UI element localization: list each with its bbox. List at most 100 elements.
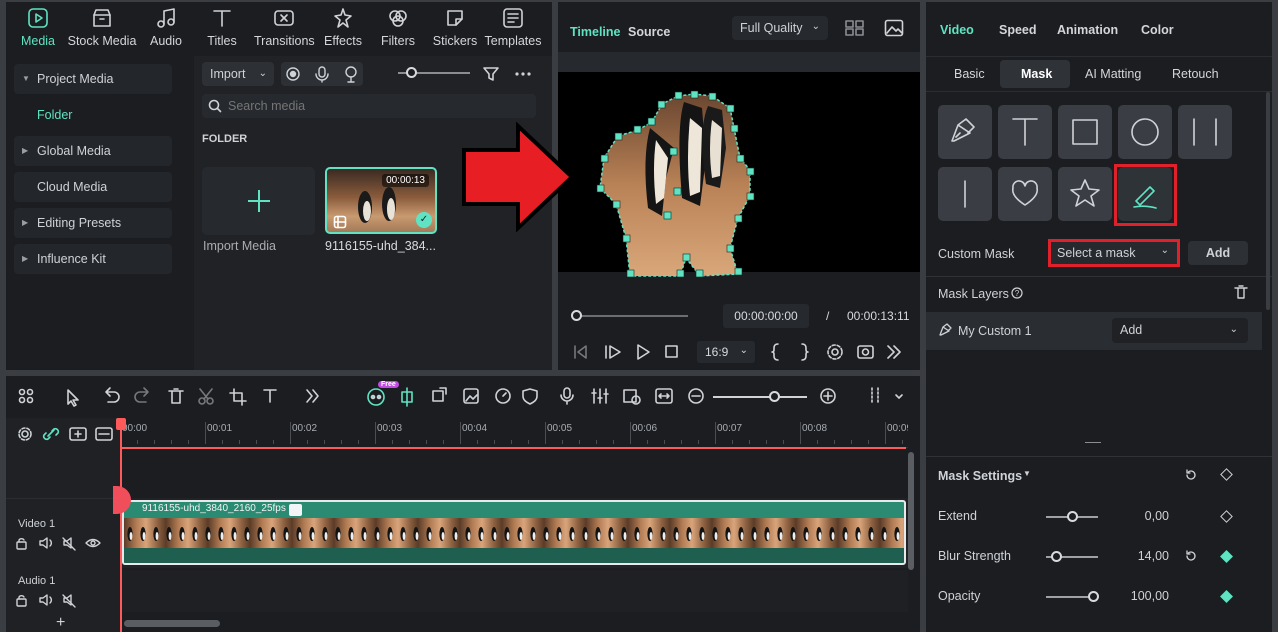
sidebar-item-influence-kit[interactable]: ▶ Influence Kit bbox=[14, 244, 172, 274]
mask-shape-rectangle[interactable] bbox=[1058, 105, 1112, 159]
sidebar-item-editing-presets[interactable]: ▶ Editing Presets bbox=[14, 208, 172, 238]
mask-shape-pen[interactable] bbox=[938, 105, 992, 159]
time-ruler[interactable]: 00:00 00:01 00:02 00:03 00:04 00:05 00:06 00:07… bbox=[120, 418, 908, 448]
add-track-plus[interactable]: + bbox=[56, 614, 65, 632]
play-icon[interactable] bbox=[637, 344, 650, 360]
filter-icon[interactable] bbox=[482, 65, 500, 83]
playhead-knob[interactable] bbox=[571, 310, 582, 321]
stop-icon[interactable] bbox=[665, 345, 678, 358]
redo-icon[interactable] bbox=[134, 387, 149, 403]
mask-blend-select[interactable]: Add ⌄ bbox=[1112, 318, 1248, 343]
multicam-icon[interactable] bbox=[623, 389, 641, 405]
snapshot-camera-icon[interactable] bbox=[857, 345, 874, 359]
tab-speed[interactable]: Speed bbox=[999, 23, 1037, 37]
timeline-zoom-knob[interactable] bbox=[769, 391, 780, 402]
timeline-zoom-track[interactable] bbox=[713, 396, 807, 398]
tab-video[interactable]: Video bbox=[940, 23, 974, 37]
image-edit-icon[interactable] bbox=[463, 388, 479, 404]
mark-in-icon[interactable] bbox=[771, 343, 779, 361]
previous-frame-icon[interactable] bbox=[574, 345, 587, 359]
right-panel-scrollbar[interactable] bbox=[1266, 92, 1270, 310]
speed-icon[interactable] bbox=[495, 388, 511, 404]
reset-icon[interactable] bbox=[1184, 468, 1198, 482]
crop-icon[interactable] bbox=[229, 388, 247, 406]
lock-icon[interactable] bbox=[16, 538, 27, 550]
playhead-line[interactable] bbox=[120, 418, 122, 632]
thumbnail-size-knob[interactable] bbox=[406, 67, 417, 78]
trash-icon[interactable] bbox=[1233, 284, 1249, 300]
reset-icon[interactable] bbox=[1184, 549, 1198, 563]
mute-clip-icon[interactable] bbox=[62, 594, 76, 608]
mark-out-icon[interactable] bbox=[801, 343, 809, 361]
tab-media[interactable]: Media bbox=[14, 6, 62, 50]
extend-knob[interactable] bbox=[1067, 511, 1078, 522]
playhead-handle[interactable] bbox=[116, 418, 126, 430]
more-options-icon[interactable] bbox=[513, 65, 533, 83]
tab-templates[interactable]: Templates bbox=[482, 6, 544, 50]
track-manager-icon[interactable] bbox=[95, 427, 113, 441]
masked-video-frame[interactable] bbox=[590, 88, 760, 278]
lock-icon[interactable] bbox=[16, 595, 27, 607]
mask-shape-double-line[interactable] bbox=[1178, 105, 1232, 159]
sidebar-item-cloud-media[interactable]: Cloud Media bbox=[14, 172, 172, 202]
subtab-ai-matting[interactable]: AI Matting bbox=[1085, 67, 1141, 81]
replace-clip-icon[interactable] bbox=[432, 387, 447, 402]
add-track-icon[interactable] bbox=[69, 427, 87, 441]
audio-mixer-icon[interactable] bbox=[591, 388, 609, 404]
mask-shape-text-t[interactable] bbox=[998, 105, 1052, 159]
speaker-icon[interactable] bbox=[39, 594, 52, 606]
import-button[interactable]: Import ⌄ bbox=[202, 62, 274, 86]
shield-mask-icon[interactable] bbox=[522, 388, 538, 405]
caret-down-icon[interactable]: ▼ bbox=[1023, 469, 1031, 478]
tab-titles[interactable]: Titles bbox=[196, 6, 248, 50]
expand-more-icon[interactable] bbox=[887, 345, 901, 359]
tab-stock-media[interactable]: Stock Media bbox=[66, 6, 138, 50]
tab-filters[interactable]: Filters bbox=[376, 6, 420, 50]
zoom-in-icon[interactable] bbox=[820, 388, 836, 404]
microphone-icon[interactable] bbox=[315, 66, 329, 83]
tab-transitions[interactable]: Transitions bbox=[254, 6, 315, 50]
step-forward-icon[interactable] bbox=[605, 345, 621, 359]
mask-shape-circle[interactable] bbox=[1118, 105, 1172, 159]
settings-gear-icon[interactable] bbox=[827, 344, 843, 360]
select-cursor-icon[interactable] bbox=[67, 389, 79, 407]
fit-width-icon[interactable] bbox=[655, 388, 673, 404]
media-clip-thumbnail[interactable]: 00:00:13 ✓ bbox=[325, 167, 437, 234]
tab-effects[interactable]: Effects bbox=[318, 6, 368, 50]
subtab-basic[interactable]: Basic bbox=[954, 67, 985, 81]
tab-audio[interactable]: Audio bbox=[140, 6, 192, 50]
voiceover-icon[interactable] bbox=[345, 66, 357, 83]
add-mask-button[interactable]: Add bbox=[1188, 241, 1248, 265]
more-tools-icon[interactable] bbox=[306, 389, 319, 403]
tab-color[interactable]: Color bbox=[1141, 23, 1174, 37]
tab-stickers[interactable]: Stickers bbox=[428, 6, 482, 50]
tab-source[interactable]: Source bbox=[628, 25, 670, 39]
playback-progress-track[interactable] bbox=[576, 315, 688, 317]
sidebar-item-global-media[interactable]: ▶ Global Media bbox=[14, 136, 172, 166]
aspect-ratio-select[interactable]: 16:9 ⌄ bbox=[697, 341, 755, 363]
mute-clip-icon[interactable] bbox=[62, 537, 76, 551]
speaker-icon[interactable] bbox=[39, 537, 52, 549]
undo-icon[interactable] bbox=[105, 387, 120, 403]
scissors-icon[interactable] bbox=[198, 388, 214, 405]
layout-grid-icon[interactable] bbox=[18, 388, 34, 404]
resize-handle[interactable] bbox=[1085, 442, 1101, 443]
subtab-retouch[interactable]: Retouch bbox=[1172, 67, 1219, 81]
link-icon[interactable] bbox=[42, 427, 60, 441]
tab-timeline[interactable]: Timeline bbox=[570, 25, 620, 39]
import-media-tile[interactable] bbox=[202, 167, 315, 235]
delete-icon[interactable] bbox=[168, 388, 184, 404]
custom-mask-select[interactable]: Select a mask ⌄ bbox=[1048, 239, 1180, 267]
vertical-scrollbar[interactable] bbox=[908, 452, 914, 570]
opacity-knob[interactable] bbox=[1087, 591, 1099, 602]
sidebar-item-folder[interactable]: Folder bbox=[14, 100, 172, 130]
sidebar-item-project-media[interactable]: ▼ Project Media bbox=[14, 64, 172, 94]
help-icon[interactable]: ? bbox=[1011, 287, 1023, 299]
quality-select[interactable]: Full Quality ⌄ bbox=[732, 16, 828, 40]
image-view-icon[interactable] bbox=[884, 19, 904, 37]
tab-animation[interactable]: Animation bbox=[1057, 23, 1118, 37]
microphone-record-icon[interactable] bbox=[560, 387, 574, 405]
track-settings-icon[interactable] bbox=[18, 427, 32, 441]
mask-shape-single-line[interactable] bbox=[938, 167, 992, 221]
zoom-out-icon[interactable] bbox=[688, 388, 704, 404]
